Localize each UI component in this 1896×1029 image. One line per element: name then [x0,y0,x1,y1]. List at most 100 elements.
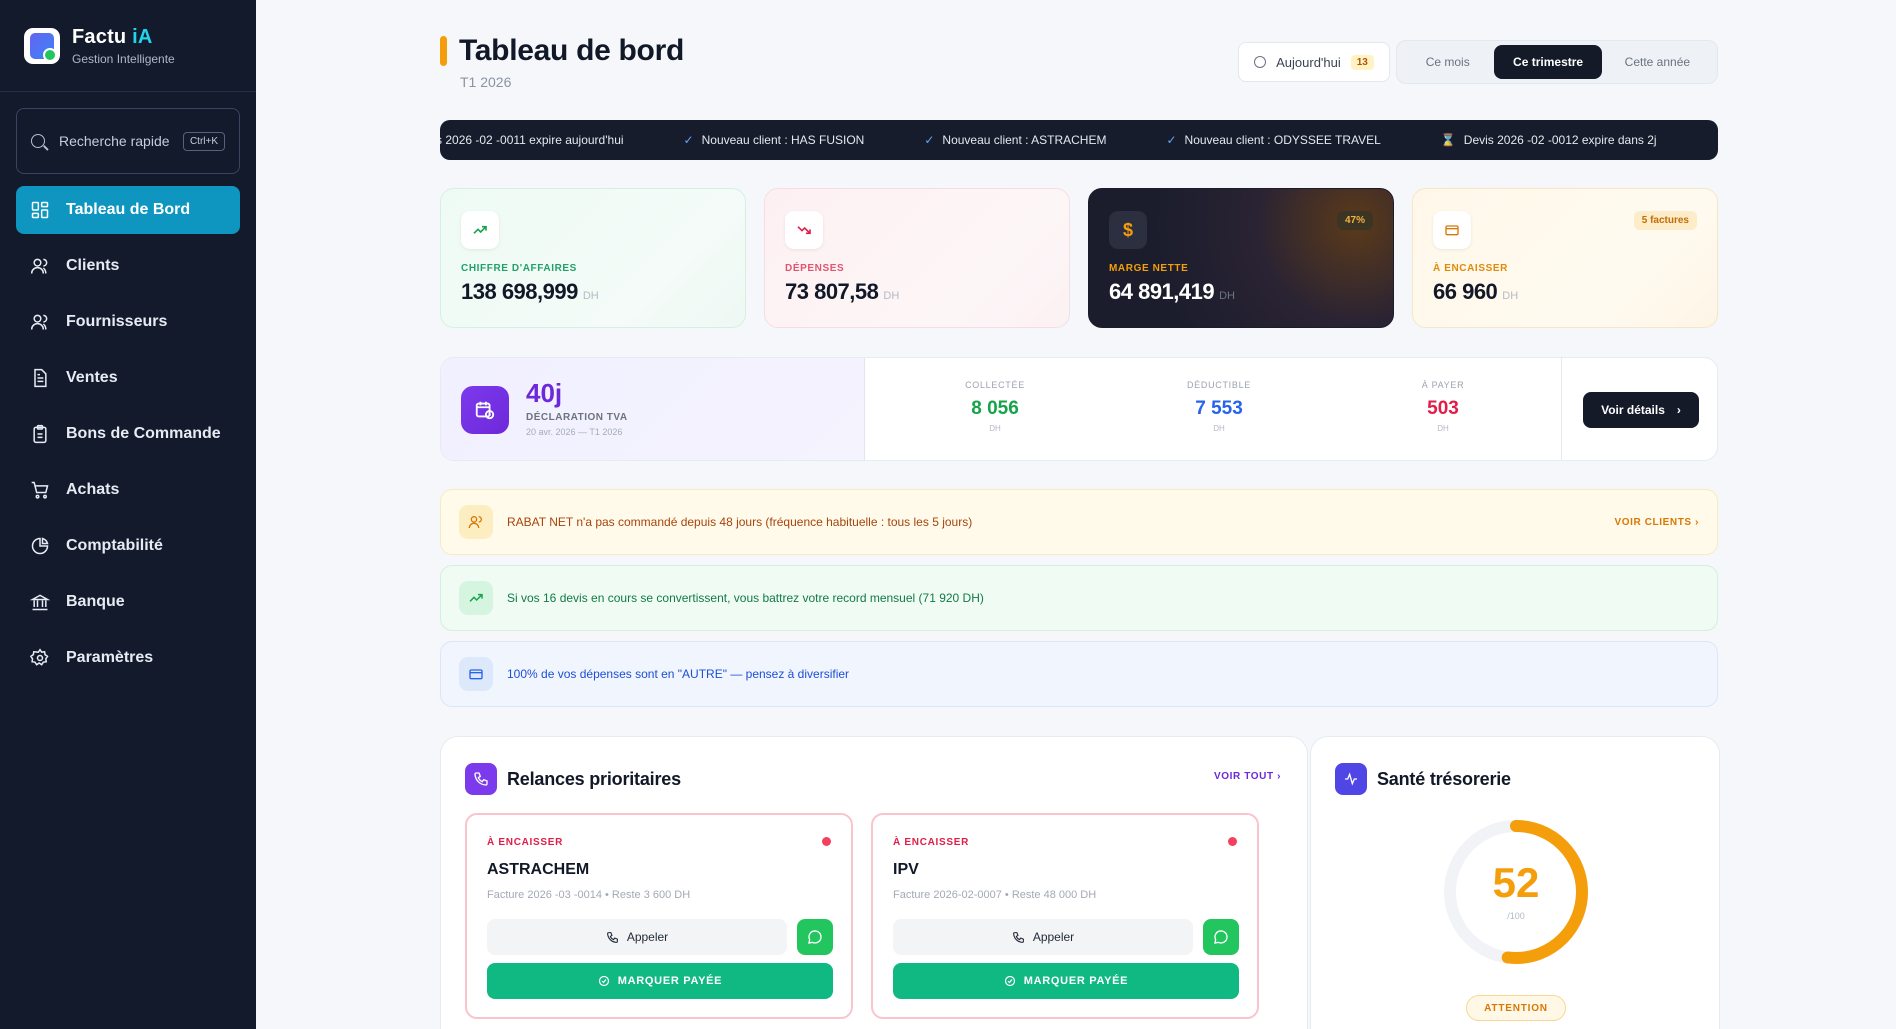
relance-client-name: IPV [893,861,919,878]
check-icon: ✓ [683,133,694,147]
voir-details-button[interactable]: Voir détails › [1583,392,1699,428]
chat-bubble-icon [1214,930,1228,944]
sidebar-item-clients[interactable]: Clients [16,242,240,290]
card-icon [1433,211,1471,249]
document-icon [30,368,50,388]
relance-card: À ENCAISSER ASTRACHEM Facture 2026 -03 -… [465,813,853,1019]
relance-meta: Facture 2026 -03 -0014 • Reste 3 600 DH [487,889,691,901]
marquer-payee-button[interactable]: MARQUER PAYÉE [487,963,833,999]
tva-a-payer: À PAYER 503 DH [1421,380,1465,433]
sidebar-item-banque[interactable]: Banque [16,578,240,626]
voir-tout-link[interactable]: VOIR TOUT › [1214,771,1281,782]
news-ticker: Devis 2026 -02 -0011 expire aujourd'hui … [440,120,1718,160]
ticker-item[interactable]: ✓ Nouveau client : HAS FUSION [684,133,865,147]
appeler-button[interactable]: Appeler [893,919,1193,955]
page-subtitle: T1 2026 [460,74,512,90]
phone-icon [606,931,618,943]
sidebar-item-parametres[interactable]: Paramètres [16,634,240,682]
marquer-payee-button[interactable]: MARQUER PAYÉE [893,963,1239,999]
kpi-card-a-encaisser[interactable]: 5 factures À ENCAISSER 66 960 DH [1412,188,1718,328]
kpi-card-depenses[interactable]: DÉPENSES 73 807,58 DH [764,188,1070,328]
phone-icon [1012,931,1024,943]
kpi-badge: 47% [1336,211,1373,230]
sidebar-item-tableau-de-bord[interactable]: Tableau de Bord [16,186,240,234]
relance-client-name: ASTRACHEM [487,861,590,878]
voir-clients-link[interactable]: VOIR CLIENTS › [1614,517,1699,528]
insight-text: RABAT NET n'a pas commandé depuis 48 jou… [507,515,973,529]
sidebar-item-label: Comptabilité [66,537,163,554]
kpi-label: À ENCAISSER [1433,263,1508,274]
shortcut-badge: Ctrl+K [182,131,225,151]
dollar-icon: $ [1109,211,1147,249]
quick-search[interactable]: Recherche rapide Ctrl+K [16,108,240,174]
phone-icon [465,763,497,795]
sidebar-item-achats[interactable]: Achats [16,466,240,514]
tab-ce-mois[interactable]: Ce mois [1401,45,1494,79]
page-title-text: Tableau de bord [459,34,684,67]
check-icon: ✓ [1166,133,1177,147]
kpi-card-marge-nette[interactable]: $ 47% MARGE NETTE 64 891,419 DH [1088,188,1394,328]
today-button[interactable]: Aujourd'hui 13 [1238,42,1390,82]
kpi-label: MARGE NETTE [1109,263,1189,274]
sidebar-item-comptabilite[interactable]: Comptabilité [16,522,240,570]
trend-up-icon [461,211,499,249]
sidebar-item-label: Banque [66,593,125,610]
kpi-badge: 5 factures [1633,211,1697,230]
ticker-item[interactable]: Devis 2026 -02 -0011 expire aujourd'hui [440,133,624,147]
status-dot [1228,837,1237,846]
sidebar-item-label: Fournisseurs [66,313,168,330]
activity-icon [1335,763,1367,795]
tva-date: 20 avr. 2026 — T1 2026 [526,427,623,437]
relance-meta: Facture 2026-02-0007 • Reste 48 000 DH [893,889,1097,901]
kpi-card-chiffre-affaires[interactable]: CHIFFRE D'AFFAIRES 138 698,999 DH [440,188,746,328]
tva-days-remaining: 40j [526,378,563,408]
insight-text: Si vos 16 devis en cours se convertissen… [507,591,984,605]
ticker-item[interactable]: ✓ Nouveau client : ASTRACHEM [924,133,1106,147]
period-tabs: Ce mois Ce trimestre Cette année [1396,40,1718,84]
sidebar-item-bons-de-commande[interactable]: Bons de Commande [16,410,240,458]
sante-title: Santé trésorerie [1335,763,1511,795]
kpi-value: 66 960 DH [1433,279,1519,304]
brand[interactable]: Factu iA Gestion Intelligente [0,0,256,92]
sidebar-item-label: Tableau de Bord [66,201,191,218]
status-dot [822,837,831,846]
users-icon [30,312,50,332]
card-icon [459,657,493,691]
tab-cette-annee[interactable]: Cette année [1602,45,1713,79]
relance-tag: À ENCAISSER [893,837,970,848]
insight-devis-record: Si vos 16 devis en cours se convertissen… [440,565,1718,631]
insight-depenses-diversifier: 100% de vos dépenses sont en "AUTRE" — p… [440,641,1718,707]
check-circle-icon [1004,975,1015,987]
sidebar-item-ventes[interactable]: Ventes [16,354,240,402]
sidebar-item-fournisseurs[interactable]: Fournisseurs [16,298,240,346]
whatsapp-button[interactable] [797,919,833,955]
chat-bubble-icon [808,930,822,944]
insight-client-inactif: RABAT NET n'a pas commandé depuis 48 jou… [440,489,1718,555]
chevron-right-icon: › [1676,403,1681,417]
kpi-value: 73 807,58 DH [785,279,900,304]
trend-up-icon [459,581,493,615]
gear-icon [30,648,50,668]
kpi-label: DÉPENSES [785,263,845,274]
ticker-item[interactable]: ✓ Nouveau client : ODYSSEE TRAVEL [1166,133,1380,147]
sante-tresorerie-panel: Santé trésorerie 52 /100 ATTENTION [1310,736,1720,1029]
pie-icon [30,536,50,556]
bank-icon [30,592,50,612]
check-circle-icon [598,975,609,987]
app-tagline: Gestion Intelligente [72,51,175,66]
ticker-item[interactable]: ⌛ Devis 2026 -02 -0012 expire dans 2j [1441,133,1657,147]
clipboard-icon [30,424,50,444]
main-content: Tableau de bord T1 2026 Aujourd'hui 13 C… [256,0,1896,1029]
health-score: 52 [1492,859,1540,906]
insight-text: 100% de vos dépenses sont en "AUTRE" — p… [507,667,850,681]
tab-ce-trimestre[interactable]: Ce trimestre [1494,45,1602,79]
health-score-max: /100 [1507,911,1525,921]
whatsapp-button[interactable] [1203,919,1239,955]
relance-card: À ENCAISSER IPV Facture 2026-02-0007 • R… [871,813,1259,1019]
appeler-button[interactable]: Appeler [487,919,787,955]
dashboard-icon [30,200,50,220]
relances-panel: Relances prioritaires VOIR TOUT › À ENCA… [440,736,1308,1029]
relance-tag: À ENCAISSER [487,837,564,848]
app-name: Factu iA [72,25,153,48]
sidebar-item-label: Achats [66,481,120,498]
